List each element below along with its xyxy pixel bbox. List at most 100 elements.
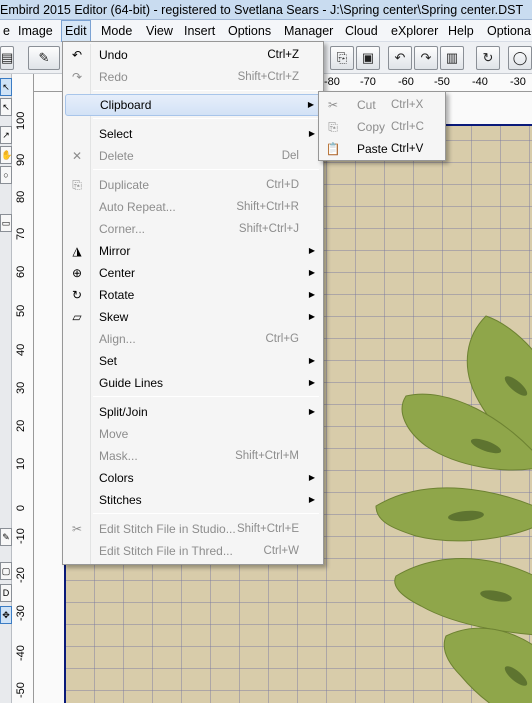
menu-item-split-join[interactable]: Split/Join ▶: [65, 401, 321, 423]
menu-help[interactable]: Help: [445, 20, 477, 42]
menu-image[interactable]: Image: [15, 20, 56, 42]
toolbar-button-wand[interactable]: ✎: [28, 46, 60, 70]
menu-item-cut[interactable]: ✂ Cut Ctrl+X: [321, 94, 443, 116]
menu-item-guide-lines[interactable]: Guide Lines ▶: [65, 372, 321, 394]
menu-item-label: Edit Stitch File in Thred...: [99, 544, 233, 558]
tool-circle[interactable]: ○: [0, 166, 12, 184]
redo-icon: ↷: [420, 50, 432, 65]
cut-icon: ✂: [327, 98, 339, 112]
toolbar-button-copy[interactable]: ⎘: [330, 46, 354, 70]
rectangle-icon: ▭: [1, 218, 11, 228]
menu-item-delete[interactable]: ✕ Delete Del: [65, 145, 321, 167]
menu-insert[interactable]: Insert: [181, 20, 218, 42]
vruler-label: 20: [15, 419, 27, 432]
tool-hand[interactable]: ✋: [0, 146, 12, 164]
menu-item-label: Redo: [99, 70, 128, 84]
menu-manager[interactable]: Manager: [281, 20, 336, 42]
skew-icon: ▱: [72, 310, 82, 324]
tool-active[interactable]: ✥: [0, 606, 12, 624]
menu-explorer[interactable]: eXplorer: [388, 20, 441, 42]
menu-item-label: Corner...: [99, 222, 146, 236]
menu-item-rotate[interactable]: ↻ Rotate ▶: [65, 284, 321, 306]
menu-item-shortcut: Shift+Ctrl+M: [235, 450, 299, 462]
tool-select-2[interactable]: ↖: [0, 98, 12, 116]
menu-item-edit-in-studio[interactable]: ✂ Edit Stitch File in Studio... Shift+Ct…: [65, 518, 321, 540]
toolbar-button-paste[interactable]: ▣: [356, 46, 380, 70]
delete-icon: ✕: [71, 149, 83, 163]
vruler-label: -20: [15, 567, 27, 583]
zoom-icon: ◯: [512, 50, 528, 65]
menu-item-center[interactable]: ⊕ Center ▶: [65, 262, 321, 284]
menu-item-undo[interactable]: ↶ Undo Ctrl+Z: [65, 44, 321, 66]
menu-item-clipboard[interactable]: Clipboard ▶: [65, 94, 321, 116]
toolbar-button-zoom[interactable]: ◯: [508, 46, 532, 70]
tool-rectangle[interactable]: ▭: [0, 214, 12, 232]
tool-d[interactable]: D: [0, 584, 12, 602]
menu-item-duplicate[interactable]: ⎘ Duplicate Ctrl+D: [65, 174, 321, 196]
menu-item-label: Set: [99, 354, 118, 368]
menu-item-label: Colors: [99, 471, 134, 485]
toolbar-button-redo[interactable]: ↷: [414, 46, 438, 70]
menu-item-colors[interactable]: Colors ▶: [65, 467, 321, 489]
menu-item-paste[interactable]: 📋 Paste Ctrl+V: [321, 138, 443, 160]
menu-separator: [93, 169, 319, 170]
menu-item-mask[interactable]: Mask... Shift+Ctrl+M: [65, 445, 321, 467]
menu-item-auto-repeat[interactable]: Auto Repeat... Shift+Ctrl+R: [65, 196, 321, 218]
toolbar-button-rotate[interactable]: ↻: [476, 46, 500, 70]
center-icon: ⊕: [71, 266, 83, 280]
menu-item-label: Center: [99, 266, 136, 280]
menu-item-shortcut: Shift+Ctrl+R: [236, 201, 299, 213]
menu-item-stitches[interactable]: Stitches ▶: [65, 489, 321, 511]
d-icon: D: [2, 588, 10, 598]
menu-cloud[interactable]: Cloud: [342, 20, 381, 42]
menu-item-mirror[interactable]: ◮ Mirror ▶: [65, 240, 321, 262]
vruler-label: 0: [15, 504, 27, 512]
menu-item-redo[interactable]: ↷ Redo Shift+Ctrl+Z: [65, 66, 321, 88]
menu-item-set[interactable]: Set ▶: [65, 350, 321, 372]
menu-item-label: Skew: [99, 310, 129, 324]
tool-pointer[interactable]: ↗: [0, 126, 12, 144]
title-bar: Embird 2015 Editor (64-bit) - registered…: [0, 0, 532, 20]
copy-icon: ⎘: [328, 120, 338, 134]
tool-select[interactable]: ↖: [0, 78, 12, 96]
vruler-label: -40: [15, 645, 27, 661]
menu-options[interactable]: Options: [225, 20, 274, 42]
menu-item-shortcut: Ctrl+D: [266, 179, 299, 191]
menu-item-select[interactable]: Select ▶: [65, 123, 321, 145]
tool-pen[interactable]: ✎: [0, 528, 12, 546]
window-title: Embird 2015 Editor (64-bit) - registered…: [0, 3, 524, 17]
menu-item-label: Move: [99, 427, 129, 441]
vruler-label: 100: [15, 111, 27, 130]
menu-file[interactable]: e: [0, 20, 13, 42]
hruler-label: -30: [510, 76, 526, 88]
menu-item-align[interactable]: Align... Ctrl+G: [65, 328, 321, 350]
menu-item-skew[interactable]: ▱ Skew ▶: [65, 306, 321, 328]
menu-item-edit-in-thred[interactable]: Edit Stitch File in Thred... Ctrl+W: [65, 540, 321, 562]
toolbar-button-new[interactable]: ▤: [0, 46, 14, 70]
paste-icon: 📋: [325, 142, 341, 156]
menu-item-label: Paste: [357, 142, 388, 156]
left-tool-strip: ↖ ↖ ↗ ✋ ○ ▭ ✎ ▢ D ✥: [0, 74, 12, 703]
menu-item-move[interactable]: Move: [65, 423, 321, 445]
tool-frame[interactable]: ▢: [0, 562, 12, 580]
menu-item-shortcut: Shift+Ctrl+J: [238, 223, 299, 235]
submenu-arrow-icon: ▶: [308, 268, 315, 277]
vruler-label: -30: [15, 605, 27, 621]
menu-item-corner[interactable]: Corner... Shift+Ctrl+J: [65, 218, 321, 240]
menu-mode[interactable]: Mode: [98, 20, 135, 42]
menu-item-label: Duplicate: [99, 178, 150, 192]
vruler-label: -50: [15, 682, 27, 698]
menu-separator: [93, 90, 319, 91]
print-icon: ▥: [445, 50, 459, 65]
menu-item-copy[interactable]: ⎘ Copy Ctrl+C: [321, 116, 443, 138]
pen-icon: ✎: [2, 532, 10, 542]
menu-view[interactable]: View: [143, 20, 176, 42]
document-icon: ▤: [1, 50, 14, 65]
rotate-icon: ↻: [71, 288, 83, 302]
edit-studio-icon: ✂: [71, 522, 83, 536]
toolbar-button-undo[interactable]: ↶: [388, 46, 412, 70]
menu-edit[interactable]: Edit: [61, 20, 91, 42]
toolbar-button-print[interactable]: ▥: [440, 46, 464, 70]
menu-optional[interactable]: Optiona: [484, 20, 532, 42]
embroidery-design[interactable]: [366, 276, 532, 703]
